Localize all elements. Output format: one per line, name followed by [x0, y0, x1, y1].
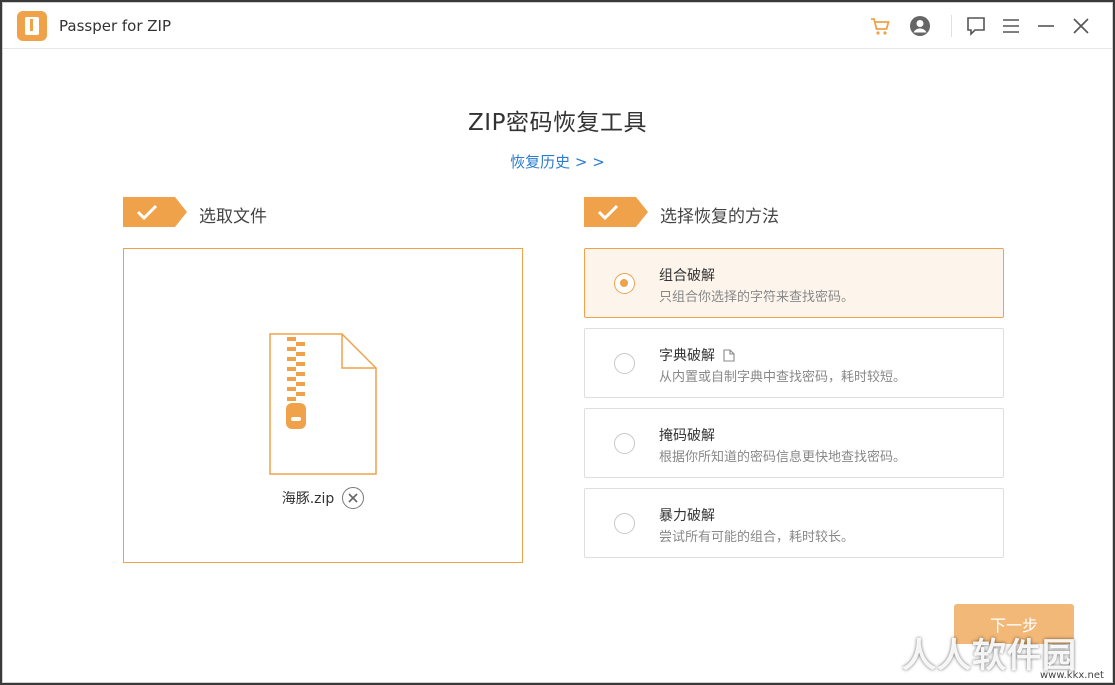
check-icon	[123, 197, 187, 227]
radio-dictionary[interactable]	[614, 353, 635, 374]
cart-icon[interactable]	[867, 13, 893, 39]
watermark: 人人软件园 www.kkx.net	[898, 628, 1111, 681]
remove-file-button[interactable]	[342, 487, 365, 509]
remove-x-icon	[348, 493, 358, 503]
method-title: 掩码破解	[659, 428, 715, 444]
document-icon[interactable]	[723, 348, 735, 362]
method-title: 组合破解	[659, 268, 715, 284]
step2-label: 选择恢复的方法	[660, 207, 779, 227]
app-window: Passper for ZIP ZIP密码恢复工具 恢复历史 > > 选取文件	[2, 2, 1113, 683]
method-title: 字典破解	[659, 348, 715, 364]
method-mask[interactable]: 掩码破解 根据你所知道的密码信息更快地查找密码。	[584, 408, 1004, 478]
method-desc: 只组合你选择的字符来查找密码。	[659, 290, 855, 305]
title-separator	[951, 15, 952, 37]
selected-file-row: 海豚.zip	[124, 487, 522, 509]
method-desc: 从内置或自制字典中查找密码，耗时较短。	[659, 370, 907, 385]
account-icon[interactable]	[907, 13, 933, 39]
menu-icon[interactable]	[998, 13, 1024, 39]
minimize-icon[interactable]	[1033, 13, 1059, 39]
file-name: 海豚.zip	[281, 491, 335, 507]
radio-brute-force[interactable]	[614, 513, 635, 534]
file-drop-area[interactable]: 海豚.zip	[123, 248, 523, 563]
zip-file-icon	[269, 333, 377, 475]
step1-label: 选取文件	[199, 207, 267, 227]
method-dictionary[interactable]: 字典破解 从内置或自制字典中查找密码，耗时较短。	[584, 328, 1004, 398]
recovery-history-link[interactable]: 恢复历史 > >	[3, 151, 1112, 172]
close-icon[interactable]	[1068, 13, 1094, 39]
method-brute-force[interactable]: 暴力破解 尝试所有可能的组合，耗时较长。	[584, 488, 1004, 558]
app-logo-icon	[17, 11, 47, 41]
check-icon	[584, 197, 648, 227]
title-bar: Passper for ZIP	[3, 3, 1112, 49]
method-desc: 尝试所有可能的组合，耗时较长。	[659, 530, 855, 545]
method-combination[interactable]: 组合破解 只组合你选择的字符来查找密码。	[584, 248, 1004, 318]
watermark-url: www.kkx.net	[1040, 670, 1104, 681]
method-title: 暴力破解	[659, 508, 715, 524]
radio-combination[interactable]	[614, 273, 635, 294]
method-desc: 根据你所知道的密码信息更快地查找密码。	[659, 450, 907, 465]
app-title: Passper for ZIP	[59, 17, 172, 35]
radio-mask[interactable]	[614, 433, 635, 454]
step2-header: 选择恢复的方法	[584, 197, 1004, 229]
step1-header: 选取文件	[123, 197, 523, 229]
feedback-icon[interactable]	[963, 13, 989, 39]
page-title: ZIP密码恢复工具	[468, 110, 647, 136]
